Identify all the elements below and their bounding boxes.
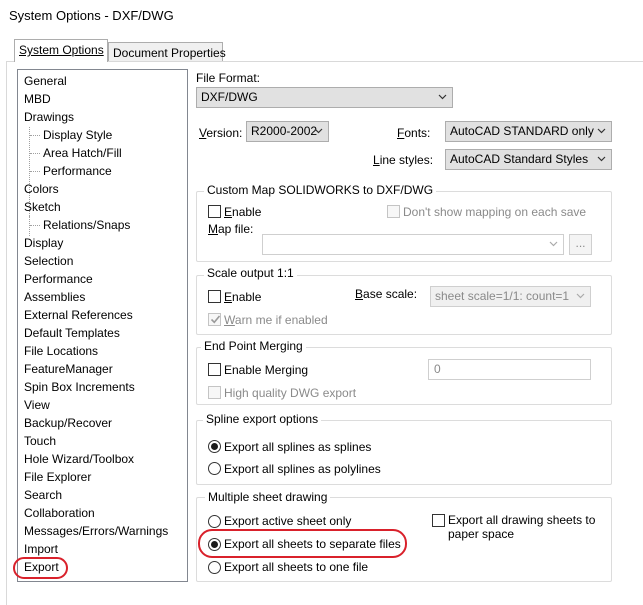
window-title: System Options - DXF/DWG	[9, 8, 174, 23]
tree-connector	[30, 171, 40, 172]
tree-item-assemblies[interactable]: Assemblies	[24, 288, 85, 306]
line-styles-value: AutoCAD Standard Styles	[450, 152, 589, 166]
version-value: R2000-2002	[251, 124, 318, 138]
export-active-sheet-radio[interactable]	[208, 515, 221, 528]
options-tree[interactable]: General MBD Drawings Display Style Area …	[17, 69, 188, 582]
tree-item-relations-snaps[interactable]: Relations/Snaps	[43, 216, 130, 234]
base-scale-value: sheet scale=1/1: count=1	[435, 289, 570, 303]
spline-options-title: Spline export options	[203, 412, 322, 426]
tree-item-backup-recover[interactable]: Backup/Recover	[24, 414, 112, 432]
chevron-down-icon	[314, 126, 323, 135]
splines-as-splines-radio[interactable]	[208, 440, 221, 453]
splines-as-polylines-radio[interactable]	[208, 462, 221, 475]
custom-map-title: Custom Map SOLIDWORKS to DXF/DWG	[204, 183, 437, 197]
tree-item-spin-box-increments[interactable]: Spin Box Increments	[24, 378, 135, 396]
radio-dot	[211, 443, 218, 450]
tree-item-selection[interactable]: Selection	[24, 252, 73, 270]
tree-item-messages-errors-warnings[interactable]: Messages/Errors/Warnings	[24, 522, 168, 540]
browse-map-file-button[interactable]: ...	[569, 234, 592, 255]
tree-item-file-locations[interactable]: File Locations	[24, 342, 98, 360]
tree-item-mbd[interactable]: MBD	[24, 90, 51, 108]
title-bar: System Options - DXF/DWG	[0, 0, 643, 34]
tree-item-drawings[interactable]: Drawings	[24, 108, 74, 126]
tree-item-file-explorer[interactable]: File Explorer	[24, 468, 91, 486]
tab-label: System Options	[19, 43, 104, 57]
version-label: Version:	[199, 126, 243, 140]
scale-enable-label: Enable	[224, 290, 262, 304]
high-quality-dwg-checkbox[interactable]	[208, 386, 221, 399]
splines-as-splines-label: Export all splines as splines	[224, 440, 372, 454]
enable-merging-label: Enable Merging	[224, 363, 309, 377]
tab-system-options[interactable]: System Options	[14, 39, 108, 62]
chevron-down-icon	[597, 126, 606, 135]
tree-item-colors[interactable]: Colors	[24, 180, 59, 198]
enable-merging-checkbox[interactable]	[208, 363, 221, 376]
tree-item-general[interactable]: General	[24, 72, 67, 90]
scale-output-title: Scale output 1:1	[204, 266, 297, 280]
high-quality-dwg-label: High quality DWG export	[224, 386, 357, 400]
tree-item-view[interactable]: View	[24, 396, 50, 414]
version-select[interactable]: R2000-2002	[246, 121, 329, 142]
custom-map-enable-checkbox[interactable]	[208, 205, 221, 218]
dont-show-mapping-checkbox[interactable]	[387, 205, 400, 218]
line-styles-label: Line styles:	[373, 153, 434, 167]
export-highlight-circle	[13, 557, 68, 579]
base-scale-select[interactable]: sheet scale=1/1: count=1	[430, 286, 591, 307]
tree-item-touch[interactable]: Touch	[24, 432, 56, 450]
base-scale-label: Base scale:	[355, 287, 418, 301]
warn-if-enabled-checkbox[interactable]	[208, 313, 221, 326]
tree-item-featuremanager[interactable]: FeatureManager	[24, 360, 113, 378]
tree-connector	[30, 225, 40, 226]
tree-item-area-hatch-fill[interactable]: Area Hatch/Fill	[43, 144, 122, 162]
multiple-sheet-title: Multiple sheet drawing	[205, 490, 331, 504]
custom-map-enable-label: Enable	[224, 205, 262, 219]
tree-item-hole-wizard-toolbox[interactable]: Hole Wizard/Toolbox	[24, 450, 134, 468]
tree-item-search[interactable]: Search	[24, 486, 62, 504]
file-format-value: DXF/DWG	[201, 90, 258, 104]
tree-item-display[interactable]: Display	[24, 234, 63, 252]
dont-show-mapping-label: Don't show mapping on each save	[403, 205, 587, 219]
splines-as-polylines-label: Export all splines as polylines	[224, 462, 381, 476]
fonts-value: AutoCAD STANDARD only	[450, 124, 594, 138]
tree-item-default-templates[interactable]: Default Templates	[24, 324, 120, 342]
fonts-label: Fonts:	[397, 126, 431, 140]
fonts-select[interactable]: AutoCAD STANDARD only	[445, 121, 612, 142]
merging-distance-input[interactable]: 0	[428, 359, 591, 380]
tree-connector	[30, 153, 40, 154]
separate-files-highlight-circle	[198, 529, 407, 558]
tree-item-collaboration[interactable]: Collaboration	[24, 504, 95, 522]
tree-connector	[30, 135, 40, 136]
tree-item-import[interactable]: Import	[24, 540, 58, 558]
tree-item-sketch[interactable]: Sketch	[24, 198, 61, 216]
tree-item-drawings-performance[interactable]: Performance	[43, 162, 112, 180]
map-file-label: Map file:	[208, 222, 254, 236]
tree-item-external-references[interactable]: External References	[24, 306, 133, 324]
chevron-down-icon	[438, 92, 447, 101]
checkmark-icon	[210, 314, 221, 328]
tree-item-performance[interactable]: Performance	[24, 270, 93, 288]
file-format-select[interactable]: DXF/DWG	[196, 87, 453, 108]
warn-if-enabled-label: Warn me if enabled	[224, 313, 328, 327]
tree-item-display-style[interactable]: Display Style	[43, 126, 112, 144]
line-styles-select[interactable]: AutoCAD Standard Styles	[445, 149, 612, 170]
chevron-down-icon	[549, 239, 558, 248]
paper-space-label-line1: Export all drawing sheets to	[448, 513, 596, 527]
export-one-file-radio[interactable]	[208, 561, 221, 574]
tab-document-properties[interactable]: Document Properties	[108, 42, 226, 62]
paper-space-label-line2: paper space	[448, 527, 515, 541]
scale-enable-checkbox[interactable]	[208, 290, 221, 303]
export-active-sheet-label: Export active sheet only	[224, 514, 352, 528]
tab-label: Document Properties	[113, 46, 226, 60]
chevron-down-icon	[576, 291, 585, 300]
file-format-label: File Format:	[196, 71, 261, 85]
map-file-select[interactable]	[262, 234, 564, 255]
chevron-down-icon	[597, 154, 606, 163]
export-one-file-label: Export all sheets to one file	[224, 560, 369, 574]
paper-space-checkbox[interactable]	[432, 514, 445, 527]
end-point-title: End Point Merging	[201, 339, 306, 353]
